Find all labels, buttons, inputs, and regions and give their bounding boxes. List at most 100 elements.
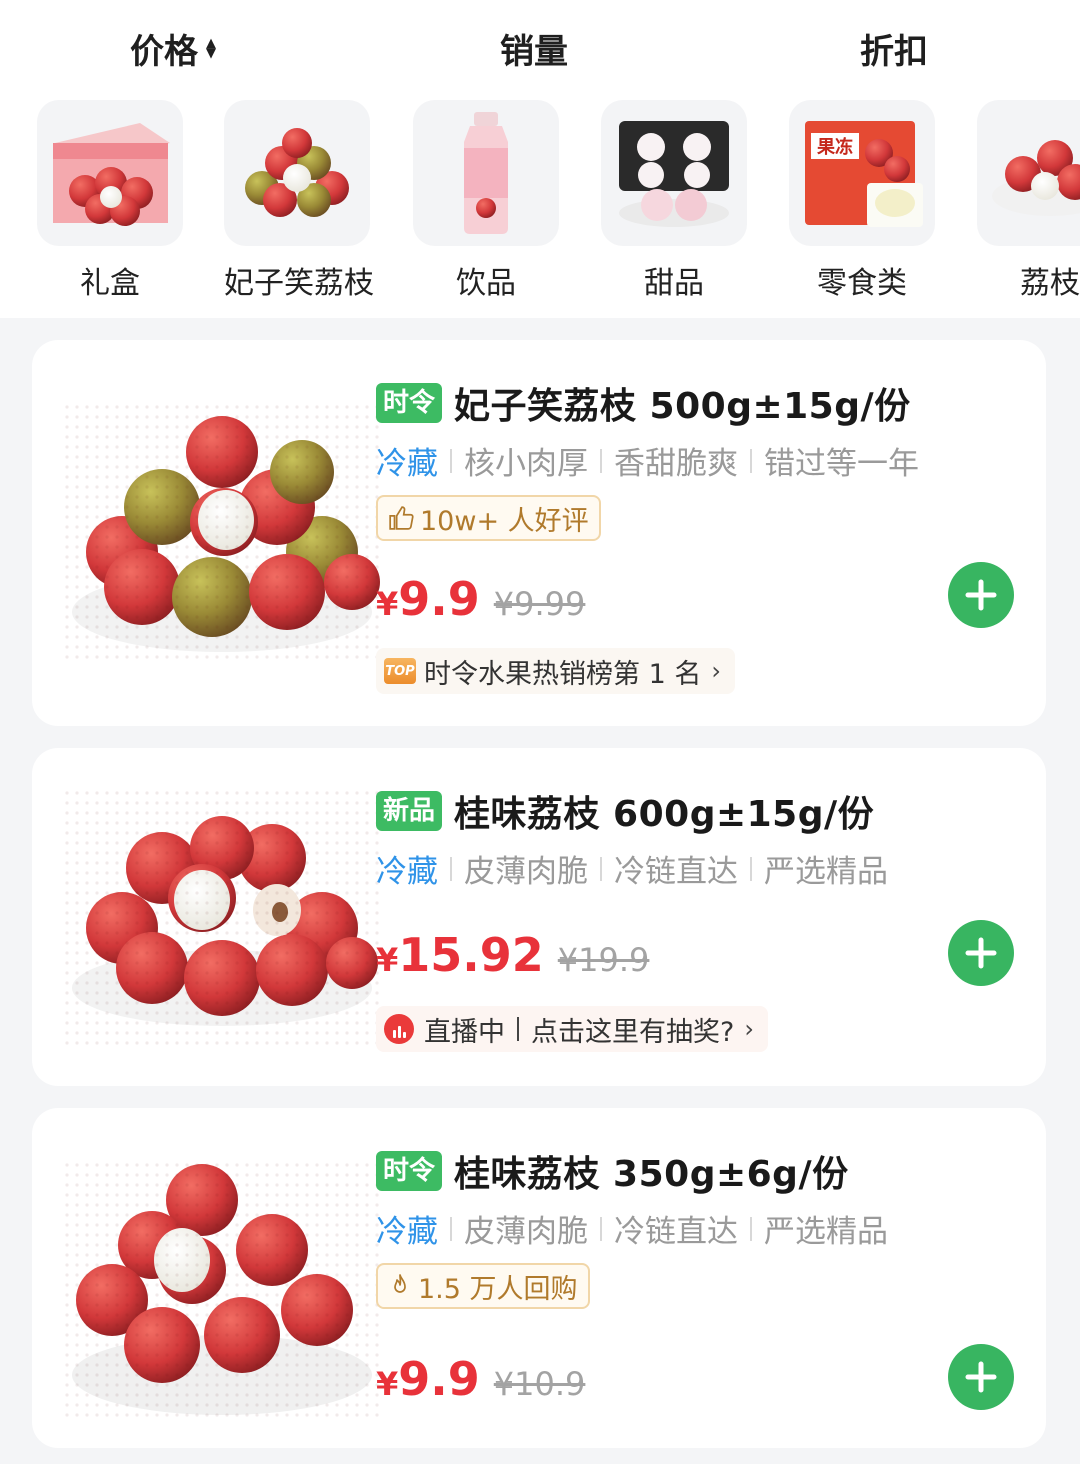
feature-item: 冷链直达 — [614, 854, 738, 890]
category-label: 零食类 — [817, 266, 907, 300]
product-title[interactable]: 桂味荔枝 350g±6g/份 — [454, 1145, 849, 1197]
plus-icon — [965, 579, 997, 611]
category-label: 饮品 — [456, 266, 516, 300]
original-price: ¥9.99 — [493, 585, 586, 623]
category-snacks[interactable]: 果冻 零食类 — [789, 100, 935, 300]
product-title[interactable]: 桂味荔枝 600g±15g/份 — [454, 785, 874, 837]
category-label: 荔枝 — [1020, 266, 1080, 300]
current-price: 9.9 — [398, 572, 480, 626]
reviews-badge: 10w+ 人好评 — [376, 495, 601, 541]
lychee-drink-bottle-image — [413, 100, 559, 246]
feature-item: 错过等一年 — [764, 446, 919, 482]
product-title-row: 时令 桂味荔枝 350g±6g/份 — [376, 1146, 888, 1196]
product-card[interactable]: 时令 妃子笑荔枝 500g±15g/份 冷藏 核小肉厚 香甜脆爽 错过等一年 1… — [32, 340, 1046, 726]
flame-icon — [394, 1274, 406, 1293]
feature-row: 冷藏 核小肉厚 香甜脆爽 错过等一年 — [376, 438, 919, 483]
product-title-row: 新品 桂味荔枝 600g±15g/份 — [376, 786, 888, 836]
top-panel: 价格 ▲ ▼ 销量 折扣 礼盒 妃子笑荔枝 饮品 甜品 果冻 零食类 荔枝 — [0, 0, 1080, 318]
product-title[interactable]: 妃子笑荔枝 500g±15g/份 — [454, 377, 911, 429]
feature-row: 冷藏 皮薄肉脆 冷链直达 严选精品 — [376, 846, 888, 891]
category-label: 礼盒 — [80, 266, 140, 300]
feature-item: 冷链直达 — [614, 1214, 738, 1250]
feature-item: 核小肉厚 — [464, 446, 588, 482]
category-feizixiao[interactable]: 妃子笑荔枝 — [224, 100, 374, 300]
feature-divider — [450, 448, 452, 473]
live-stream-link[interactable]: 直播中 点击这里有抽奖? › — [376, 1006, 768, 1052]
price-row: ¥ 9.9 ¥10.9 — [376, 1352, 585, 1406]
reviews-badge-text: 10w+ 人好评 — [420, 505, 589, 537]
ranking-text: 时令水果热销榜第 1 名 — [424, 658, 702, 690]
current-price: 9.9 — [398, 1352, 480, 1406]
feature-item: 香甜脆爽 — [614, 446, 738, 482]
feature-row: 冷藏 皮薄肉脆 冷链直达 严选精品 — [376, 1206, 888, 1251]
new-product-tag: 新品 — [376, 791, 443, 831]
sort-price-button[interactable]: 价格 ▲ ▼ — [130, 24, 216, 73]
feature-item: 皮薄肉脆 — [464, 854, 588, 890]
seasonal-tag: 时令 — [376, 1151, 443, 1191]
chevron-right-icon: › — [744, 1015, 754, 1043]
currency-symbol: ¥ — [376, 941, 399, 979]
feature-item: 严选精品 — [764, 854, 888, 890]
sort-sales-label: 销量 — [500, 32, 568, 72]
add-to-cart-button[interactable] — [948, 562, 1014, 628]
category-gift-box[interactable]: 礼盒 — [37, 100, 183, 300]
currency-symbol: ¥ — [376, 1365, 399, 1403]
current-price: 15.92 — [398, 928, 544, 982]
ranking-link[interactable]: TOP 时令水果热销榜第 1 名 › — [376, 648, 735, 694]
feature-divider — [750, 856, 752, 881]
lychee-jelly-snack-image: 果冻 — [789, 100, 935, 246]
sort-bar: 价格 ▲ ▼ 销量 折扣 — [0, 0, 1080, 100]
chevron-right-icon: › — [711, 657, 721, 685]
plus-icon — [965, 1361, 997, 1393]
feature-item: 皮薄肉脆 — [464, 1214, 588, 1250]
feature-divider — [600, 448, 602, 473]
add-to-cart-button[interactable] — [948, 920, 1014, 986]
repurchase-badge: 1.5 万人回购 — [376, 1263, 590, 1309]
product-image-guiwei-600g — [62, 788, 382, 1048]
gift-box-lychee-image — [37, 100, 183, 246]
repurchase-badge-text: 1.5 万人回购 — [418, 1273, 578, 1305]
lychee-pile-image — [224, 100, 370, 246]
product-title-row: 时令 妃子笑荔枝 500g±15g/份 — [376, 378, 919, 428]
feature-cold: 冷藏 — [376, 1214, 438, 1250]
product-info: 时令 妃子笑荔枝 500g±15g/份 冷藏 核小肉厚 香甜脆爽 错过等一年 1… — [376, 378, 919, 541]
category-label: 妃子笑荔枝 — [224, 266, 374, 300]
feature-divider — [450, 1216, 452, 1241]
feature-item: 严选精品 — [764, 1214, 888, 1250]
product-info: 新品 桂味荔枝 600g±15g/份 冷藏 皮薄肉脆 冷链直达 严选精品 — [376, 786, 888, 891]
lychee-dessert-image — [601, 100, 747, 246]
product-card[interactable]: 时令 桂味荔枝 350g±6g/份 冷藏 皮薄肉脆 冷链直达 严选精品 1.5 … — [32, 1108, 1046, 1448]
feature-cold: 冷藏 — [376, 854, 438, 890]
category-scroller[interactable]: 礼盒 妃子笑荔枝 饮品 甜品 果冻 零食类 荔枝 — [0, 100, 1080, 300]
category-lychee[interactable]: 荔枝 — [977, 100, 1080, 300]
live-label: 直播中 — [424, 1016, 505, 1048]
feature-divider — [450, 856, 452, 881]
original-price: ¥19.9 — [557, 941, 650, 979]
product-info: 时令 桂味荔枝 350g±6g/份 冷藏 皮薄肉脆 冷链直达 严选精品 1.5 … — [376, 1146, 888, 1309]
live-promo-text: 点击这里有抽奖? — [531, 1016, 735, 1048]
sort-toggle-icon: ▲ ▼ — [206, 35, 216, 61]
sort-price-label: 价格 — [130, 32, 198, 72]
price-row: ¥ 15.92 ¥19.9 — [376, 928, 649, 982]
svg-text:果冻: 果冻 — [816, 136, 853, 158]
add-to-cart-button[interactable] — [948, 1344, 1014, 1410]
feature-divider — [750, 1216, 752, 1241]
top-rank-icon: TOP — [384, 658, 416, 684]
sort-sales-button[interactable]: 销量 — [500, 24, 568, 73]
plus-icon — [965, 937, 997, 969]
thumbs-up-icon — [389, 506, 414, 530]
sort-discount-label: 折扣 — [860, 32, 928, 72]
category-label: 甜品 — [644, 266, 704, 300]
feature-cold: 冷藏 — [376, 446, 438, 482]
category-desserts[interactable]: 甜品 — [601, 100, 747, 300]
category-drinks[interactable]: 饮品 — [413, 100, 559, 300]
product-card[interactable]: 新品 桂味荔枝 600g±15g/份 冷藏 皮薄肉脆 冷链直达 严选精品 ¥ 1… — [32, 748, 1046, 1086]
price-row: ¥ 9.9 ¥9.99 — [376, 572, 585, 626]
product-image-guiwei-350g — [62, 1160, 382, 1420]
promo-divider — [517, 1017, 519, 1041]
seasonal-tag: 时令 — [376, 383, 443, 423]
currency-symbol: ¥ — [376, 585, 399, 623]
live-icon — [384, 1014, 414, 1044]
sort-discount-button[interactable]: 折扣 — [860, 24, 928, 73]
feature-divider — [750, 448, 752, 473]
